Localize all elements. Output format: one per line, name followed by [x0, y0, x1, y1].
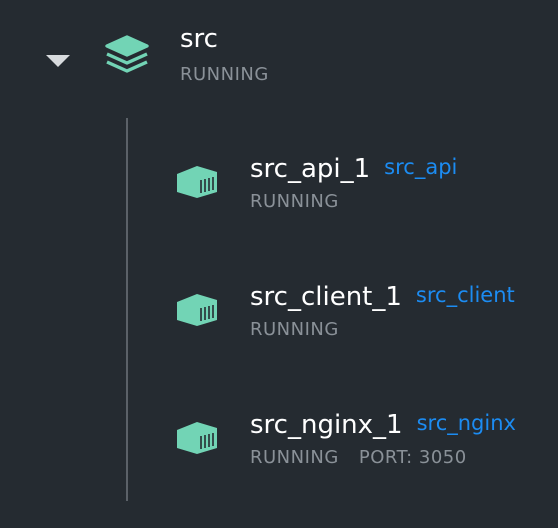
container-name-text: src_api_1 — [250, 154, 371, 184]
container-port: PORT: 3050 — [358, 447, 467, 468]
container-image-link[interactable]: src_client — [416, 283, 515, 307]
container-icon — [174, 164, 220, 200]
container-row[interactable]: src_api_1 src_api RUNNING — [174, 150, 544, 230]
container-status: RUNNING — [250, 191, 339, 212]
container-icon — [174, 420, 220, 456]
stack-layers-icon — [104, 34, 150, 74]
container-row[interactable]: src_client_1 src_client RUNNING — [174, 278, 544, 358]
container-name: src_nginx_1 src_nginx — [250, 406, 516, 442]
container-name: src_api_1 src_api — [250, 150, 457, 186]
container-image-link[interactable]: src_nginx — [417, 411, 516, 435]
tree-connector-line — [126, 118, 128, 501]
container-name-text: src_nginx_1 — [250, 410, 403, 440]
container-image-link[interactable]: src_api — [384, 155, 457, 179]
caret-down-icon[interactable] — [45, 54, 71, 68]
compose-app-tree: src RUNNING src_api_1 src_api RUNNING sr… — [0, 0, 558, 528]
container-meta: RUNNING PORT: 3050 — [250, 446, 467, 470]
container-meta: RUNNING — [250, 190, 339, 214]
container-row[interactable]: src_nginx_1 src_nginx RUNNING PORT: 3050 — [174, 406, 544, 486]
container-meta: RUNNING — [250, 318, 339, 342]
container-icon — [174, 292, 220, 328]
container-status: RUNNING — [250, 447, 339, 468]
app-name[interactable]: src — [180, 22, 218, 56]
container-status: RUNNING — [250, 319, 339, 340]
app-status: RUNNING — [180, 64, 269, 85]
container-name: src_client_1 src_client — [250, 278, 515, 314]
container-name-text: src_client_1 — [250, 282, 402, 312]
